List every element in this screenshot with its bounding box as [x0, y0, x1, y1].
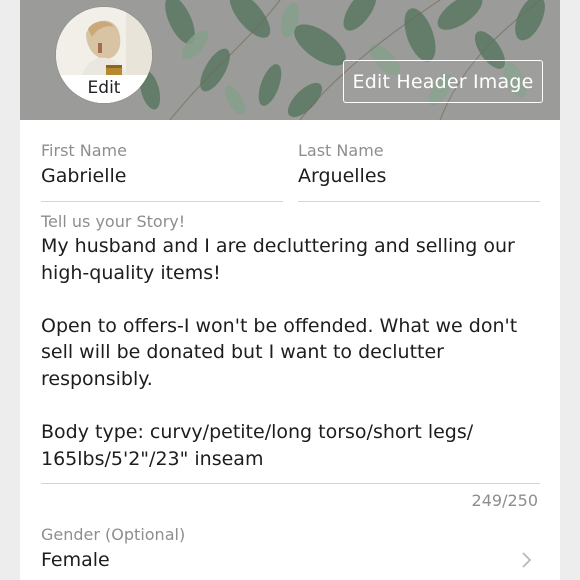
right-margin	[560, 0, 580, 580]
story-character-counter: 249/250	[471, 491, 538, 510]
first-name-underline	[41, 201, 283, 202]
story-underline	[41, 483, 540, 484]
story-textarea[interactable]: My husband and I are decluttering and se…	[41, 233, 541, 472]
last-name-label: Last Name	[298, 141, 384, 160]
edit-header-image-button[interactable]: Edit Header Image	[343, 60, 543, 103]
first-name-label: First Name	[41, 141, 127, 160]
edit-header-image-label: Edit Header Image	[352, 70, 534, 93]
avatar-edit-label[interactable]: Edit	[56, 75, 152, 103]
last-name-input[interactable]: Arguelles	[298, 165, 386, 187]
chevron-right-icon[interactable]	[520, 549, 534, 571]
first-name-input[interactable]: Gabrielle	[41, 165, 126, 187]
gender-select[interactable]: Female	[41, 549, 110, 571]
last-name-underline	[298, 201, 540, 202]
profile-edit-sheet: Edit Header Image Edit First Name Gabrie…	[20, 0, 560, 580]
story-label: Tell us your Story!	[41, 212, 186, 231]
avatar[interactable]: Edit	[56, 7, 152, 103]
gender-label: Gender (Optional)	[41, 525, 186, 544]
left-margin	[0, 0, 20, 580]
